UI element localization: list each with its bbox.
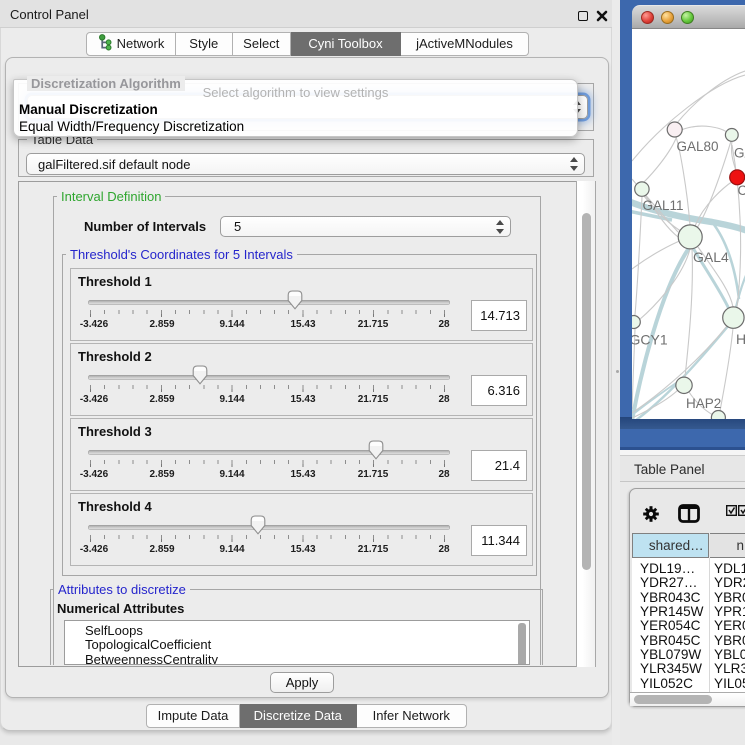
svg-text:GAL80: GAL80 bbox=[677, 139, 719, 154]
svg-text:GA: GA bbox=[734, 146, 745, 161]
svg-text:GAL4: GAL4 bbox=[693, 249, 729, 265]
svg-text:GAL11: GAL11 bbox=[643, 198, 684, 213]
svg-text:C: C bbox=[738, 183, 745, 198]
svg-text:GCY1: GCY1 bbox=[632, 332, 668, 348]
svg-text:HAP2: HAP2 bbox=[686, 396, 721, 411]
svg-text:H: H bbox=[736, 331, 745, 347]
